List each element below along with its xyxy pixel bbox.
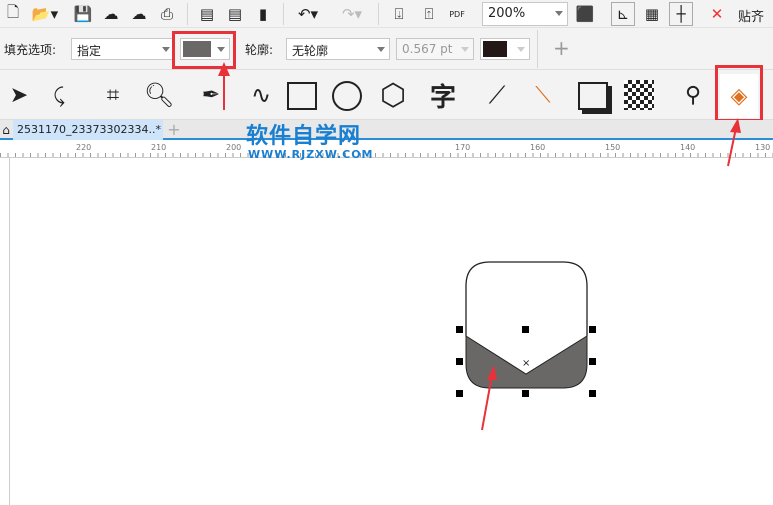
selection-handle[interactable] xyxy=(456,326,463,333)
selection-handle[interactable] xyxy=(522,326,529,333)
rounded-rectangle-outline xyxy=(465,261,588,336)
selection-handle[interactable] xyxy=(589,358,596,365)
selection-handle[interactable] xyxy=(522,390,529,397)
selection-handle[interactable] xyxy=(589,390,596,397)
center-marker: × xyxy=(522,358,530,369)
selection-handle[interactable] xyxy=(456,390,463,397)
selection-handle[interactable] xyxy=(456,358,463,365)
canvas-drawing: × xyxy=(218,62,741,431)
selection-handle[interactable] xyxy=(589,326,596,333)
annotation-arrowhead xyxy=(730,118,741,133)
annotation-arrowhead xyxy=(218,62,230,76)
annotation-arrow xyxy=(727,127,737,167)
